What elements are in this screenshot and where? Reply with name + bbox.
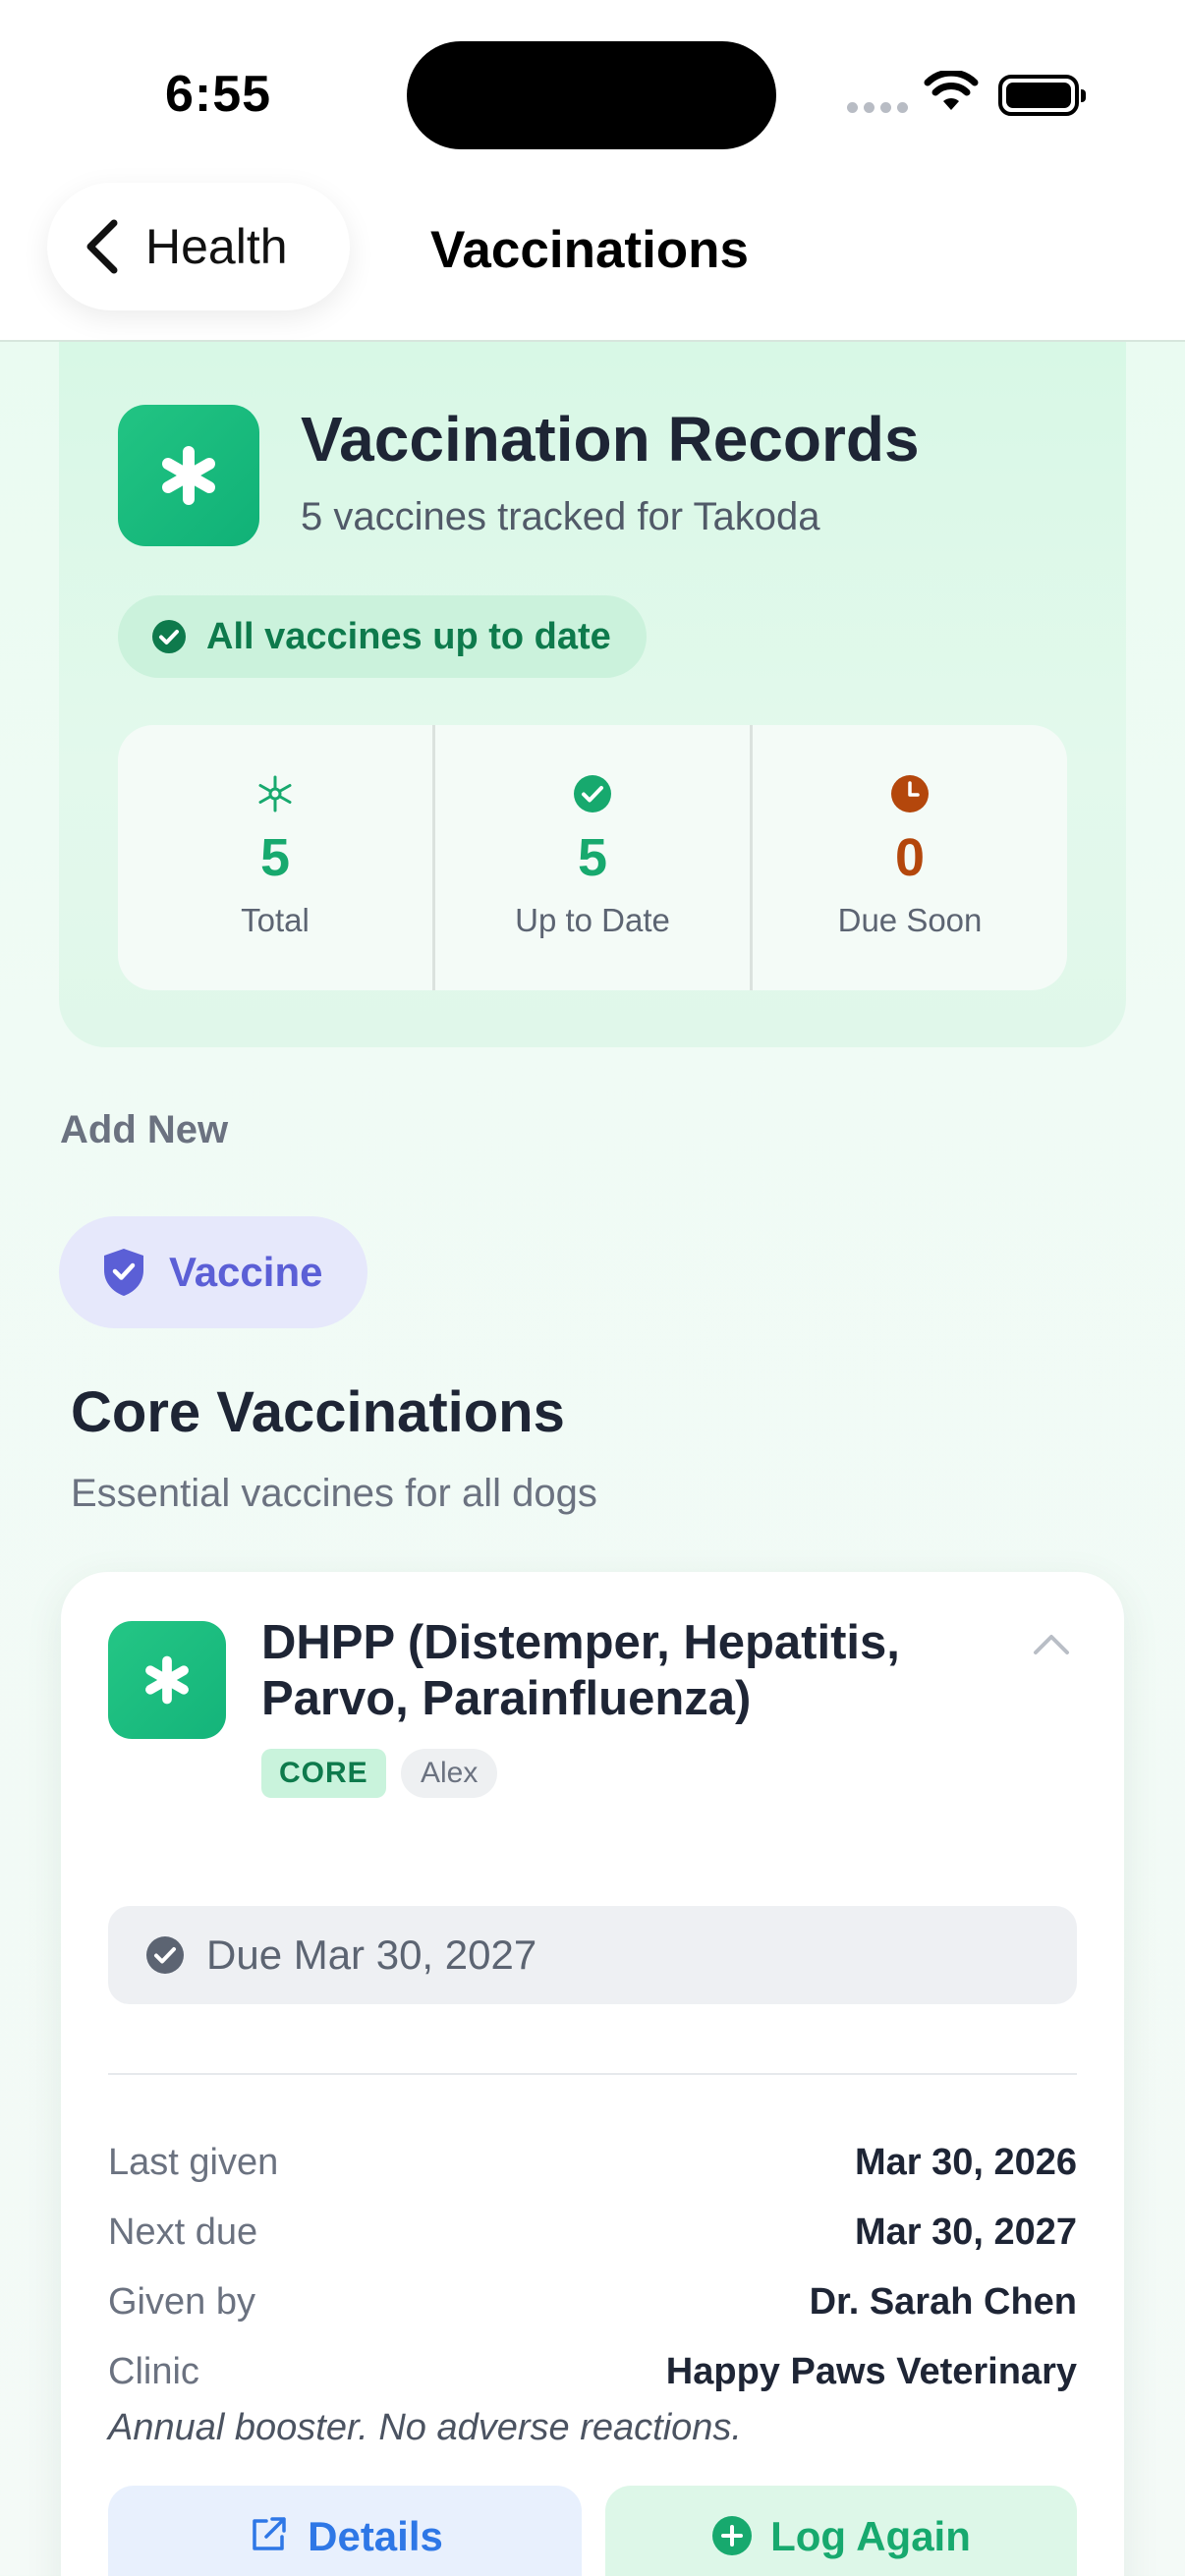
- add-vaccine-label: Vaccine: [169, 1249, 323, 1295]
- status-text: All vaccines up to date: [206, 615, 611, 657]
- plus-circle-icon: [712, 2516, 753, 2555]
- user-badge: Alex: [401, 1749, 498, 1798]
- check-circle-icon: [574, 775, 611, 812]
- stat-up-to-date-label: Up to Date: [515, 902, 670, 938]
- vaccination-summary-card: Vaccination Records 5 vaccines tracked f…: [59, 342, 1126, 1047]
- check-circle-icon: [146, 1936, 184, 1974]
- core-badge: CORE: [261, 1749, 386, 1798]
- detail-value: Mar 30, 2026: [854, 2142, 1077, 2183]
- add-new-heading: Add New: [60, 1108, 229, 1151]
- stat-up-to-date-value: 5: [577, 828, 608, 887]
- status-time: 6:55: [165, 66, 272, 123]
- add-vaccine-button[interactable]: Vaccine: [59, 1216, 367, 1328]
- external-link-icon: [253, 2517, 286, 2550]
- status-badge: All vaccines up to date: [118, 595, 647, 678]
- chevron-left-icon: [86, 219, 118, 274]
- detail-key: Clinic: [108, 2351, 199, 2392]
- stat-total: 5 Total: [118, 725, 432, 990]
- dynamic-island: [407, 41, 776, 149]
- page-title: Vaccinations: [430, 221, 750, 279]
- wifi-icon: [924, 71, 979, 110]
- battery-icon: [998, 75, 1086, 116]
- divider: [108, 2073, 1077, 2075]
- log-again-button[interactable]: Log Again: [605, 2486, 1077, 2576]
- check-circle-icon: [152, 620, 186, 653]
- stat-total-value: 5: [259, 828, 291, 887]
- due-date-text: Due Mar 30, 2027: [206, 1932, 537, 1978]
- asterisk-icon: [108, 1621, 226, 1739]
- detail-key: Last given: [108, 2142, 279, 2183]
- detail-row-given-by: Given by Dr. Sarah Chen: [108, 2281, 1077, 2324]
- status-bar: 6:55: [0, 0, 1185, 157]
- section-title: Core Vaccinations: [71, 1380, 565, 1444]
- details-button[interactable]: Details: [108, 2486, 582, 2576]
- asterisk-icon: [258, 775, 292, 812]
- stat-up-to-date: 5 Up to Date: [432, 725, 750, 990]
- vaccine-name: DHPP (Distemper, Hepatitis, Parvo, Parai…: [261, 1616, 900, 1725]
- stat-due-soon: 0 Due Soon: [750, 725, 1067, 990]
- summary-subtitle: 5 vaccines tracked for Takoda: [301, 495, 820, 538]
- navigation-bar: Health Vaccinations: [0, 157, 1185, 342]
- summary-title: Vaccination Records: [301, 404, 920, 475]
- vaccine-card[interactable]: DHPP (Distemper, Hepatitis, Parvo, Parai…: [61, 1572, 1124, 2576]
- due-status-box: Due Mar 30, 2027: [108, 1906, 1077, 2004]
- detail-value: Mar 30, 2027: [854, 2212, 1077, 2253]
- detail-key: Given by: [108, 2281, 255, 2323]
- cellular-signal-icon: [847, 102, 908, 113]
- asterisk-icon: [118, 405, 259, 546]
- detail-row-last-given: Last given Mar 30, 2026: [108, 2142, 1077, 2184]
- detail-value: Happy Paws Veterinary: [665, 2351, 1077, 2392]
- vaccine-note: Annual booster. No adverse reactions.: [108, 2407, 742, 2448]
- clock-icon: [891, 775, 929, 812]
- detail-row-clinic: Clinic Happy Paws Veterinary: [108, 2351, 1077, 2393]
- back-button[interactable]: Health: [47, 183, 350, 310]
- stat-due-soon-label: Due Soon: [837, 902, 983, 938]
- stat-total-label: Total: [241, 902, 310, 938]
- log-again-label: Log Again: [770, 2513, 971, 2559]
- detail-row-next-due: Next due Mar 30, 2027: [108, 2212, 1077, 2254]
- section-subtitle: Essential vaccines for all dogs: [71, 1472, 597, 1515]
- detail-key: Next due: [108, 2212, 258, 2253]
- detail-value: Dr. Sarah Chen: [809, 2281, 1077, 2323]
- stats-panel: 5 Total 5 Up to Date 0 Due Soon: [118, 725, 1067, 990]
- stat-due-soon-value: 0: [894, 828, 926, 887]
- back-button-label: Health: [145, 219, 288, 274]
- chevron-up-icon[interactable]: [1032, 1629, 1071, 1656]
- shield-check-icon: [104, 1249, 143, 1296]
- details-button-label: Details: [308, 2513, 443, 2559]
